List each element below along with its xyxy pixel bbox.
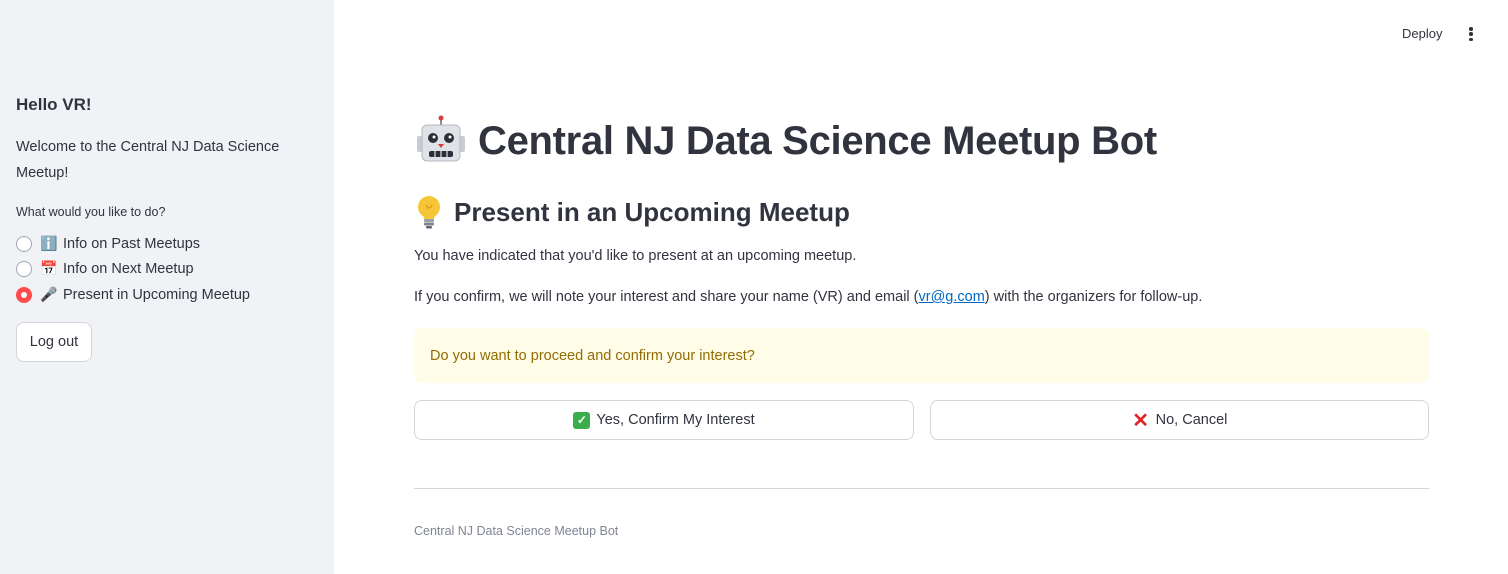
confirmation-warning-box: Do you want to proceed and confirm your … xyxy=(414,328,1429,383)
app-root: Hello VR! Welcome to the Central NJ Data… xyxy=(0,0,1508,574)
radio-button-selected[interactable] xyxy=(16,286,32,303)
radio-option-label: Info on Next Meetup xyxy=(63,261,194,278)
info-icon: ℹ️ xyxy=(40,235,58,252)
radio-option-past-meetups[interactable]: ℹ️ Info on Past Meetups xyxy=(16,231,250,257)
divider xyxy=(414,488,1429,489)
radio-group-label: What would you like to do? xyxy=(16,205,166,219)
calendar-icon: 📅 xyxy=(40,261,58,278)
paragraph-text-before: If you confirm, we will note your intere… xyxy=(414,289,919,305)
radio-button[interactable] xyxy=(16,235,32,252)
footer-caption: Central NJ Data Science Meetup Bot xyxy=(414,524,619,538)
logout-button[interactable]: Log out xyxy=(16,322,92,362)
confirm-interest-button[interactable]: ✓ Yes, Confirm My Interest xyxy=(414,400,914,440)
radio-option-label: Info on Past Meetups xyxy=(63,235,201,252)
cross-mark-icon: ✕ xyxy=(1132,409,1149,432)
email-link[interactable]: vr@g.com xyxy=(919,289,985,305)
section-heading-text: Present in an Upcoming Meetup xyxy=(454,196,850,227)
lightbulb-icon xyxy=(418,196,440,229)
radio-option-next-meetup[interactable]: 📅 Info on Next Meetup xyxy=(16,257,250,283)
sidebar-welcome-text: Welcome to the Central NJ Data Science M… xyxy=(16,139,280,181)
sidebar-greeting: Hello VR! xyxy=(16,95,92,114)
robot-icon xyxy=(417,115,465,162)
warning-text: Do you want to proceed and confirm your … xyxy=(430,347,755,364)
page-title: Central NJ Data Science Meetup Bot xyxy=(414,114,1157,168)
confirm-info-paragraph: If you confirm, we will note your intere… xyxy=(414,289,1202,305)
section-heading: Present in an Upcoming Meetup xyxy=(414,195,850,229)
confirm-button-label: Yes, Confirm My Interest xyxy=(596,412,755,428)
microphone-icon: 🎤 xyxy=(40,286,58,303)
kebab-menu-icon[interactable] xyxy=(1462,25,1480,43)
action-radio-group: ℹ️ Info on Past Meetups 📅 Info on Next M… xyxy=(16,231,250,308)
sidebar: Hello VR! Welcome to the Central NJ Data… xyxy=(0,0,334,574)
check-mark-icon: ✓ xyxy=(573,411,591,429)
intro-paragraph: You have indicated that you'd like to pr… xyxy=(414,248,857,264)
page-title-text: Central NJ Data Science Meetup Bot xyxy=(478,118,1157,163)
deploy-button[interactable]: Deploy xyxy=(1402,26,1442,41)
radio-button[interactable] xyxy=(16,261,32,278)
cancel-button-label: No, Cancel xyxy=(1155,412,1228,428)
cancel-button[interactable]: ✕ No, Cancel xyxy=(930,400,1429,440)
paragraph-text-after: ) with the organizers for follow-up. xyxy=(984,289,1203,305)
radio-option-label: Present in Upcoming Meetup xyxy=(63,286,250,303)
radio-option-present-upcoming[interactable]: 🎤 Present in Upcoming Meetup xyxy=(16,282,250,308)
